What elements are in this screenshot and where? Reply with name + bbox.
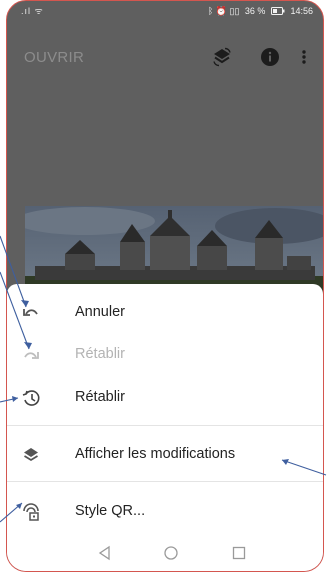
redo-icon: [21, 345, 41, 365]
restore-label: Rétablir: [75, 389, 125, 405]
clock: 14:56: [290, 6, 313, 16]
status-icons: ᛒ ⏰ ▯▯: [207, 6, 240, 16]
battery-percent: 36 %: [244, 6, 266, 16]
screenshot-stage: .ıl ᯤ ᛒ ⏰ ▯▯ 36 % 14:56 OUVRIR Annuler R…: [0, 0, 327, 574]
menu-item-restore[interactable]: Rétablir: [7, 378, 323, 418]
castle-photo: [25, 206, 323, 296]
phone-screen: .ıl ᯤ ᛒ ⏰ ▯▯ 36 % 14:56 OUVRIR Annuler R…: [6, 0, 324, 572]
navigation-bar: [7, 533, 323, 571]
home-icon[interactable]: [161, 543, 181, 563]
undo-label: Annuler: [75, 304, 125, 320]
signal-wifi-indicator: .ıl ᯤ: [21, 6, 44, 16]
show-changes-label: Afficher les modifications: [75, 446, 236, 462]
qr-style-icon: [21, 502, 41, 522]
restore-history-icon: [21, 388, 41, 408]
status-indicators: ᛒ ⏰ ▯▯ 36 % 14:56: [205, 1, 313, 21]
app-bar: OUVRIR: [7, 37, 323, 77]
layers-icon: [21, 445, 41, 465]
recents-icon[interactable]: [229, 543, 249, 563]
bottom-sheet-menu: Annuler Rétablir Rétablir Afficher les m…: [7, 284, 323, 571]
menu-item-qr-style[interactable]: Style QR...: [7, 492, 323, 532]
undo-icon: [21, 303, 41, 323]
menu-item-undo[interactable]: Annuler: [7, 293, 323, 333]
status-bar: .ıl ᯤ ᛒ ⏰ ▯▯ 36 % 14:56: [7, 1, 323, 21]
more-vert-icon[interactable]: [298, 46, 310, 68]
menu-item-redo[interactable]: Rétablir: [7, 335, 323, 375]
back-icon[interactable]: [95, 543, 115, 563]
qr-style-label: Style QR...: [75, 503, 146, 519]
menu-divider: [7, 481, 323, 482]
redo-label: Rétablir: [75, 346, 125, 362]
menu-item-show-changes[interactable]: Afficher les modifications: [7, 435, 323, 475]
info-icon[interactable]: [259, 46, 281, 68]
battery-icon: [270, 6, 288, 16]
menu-divider: [7, 425, 323, 426]
open-button[interactable]: OUVRIR: [24, 49, 84, 66]
layers-icon[interactable]: [211, 46, 233, 68]
